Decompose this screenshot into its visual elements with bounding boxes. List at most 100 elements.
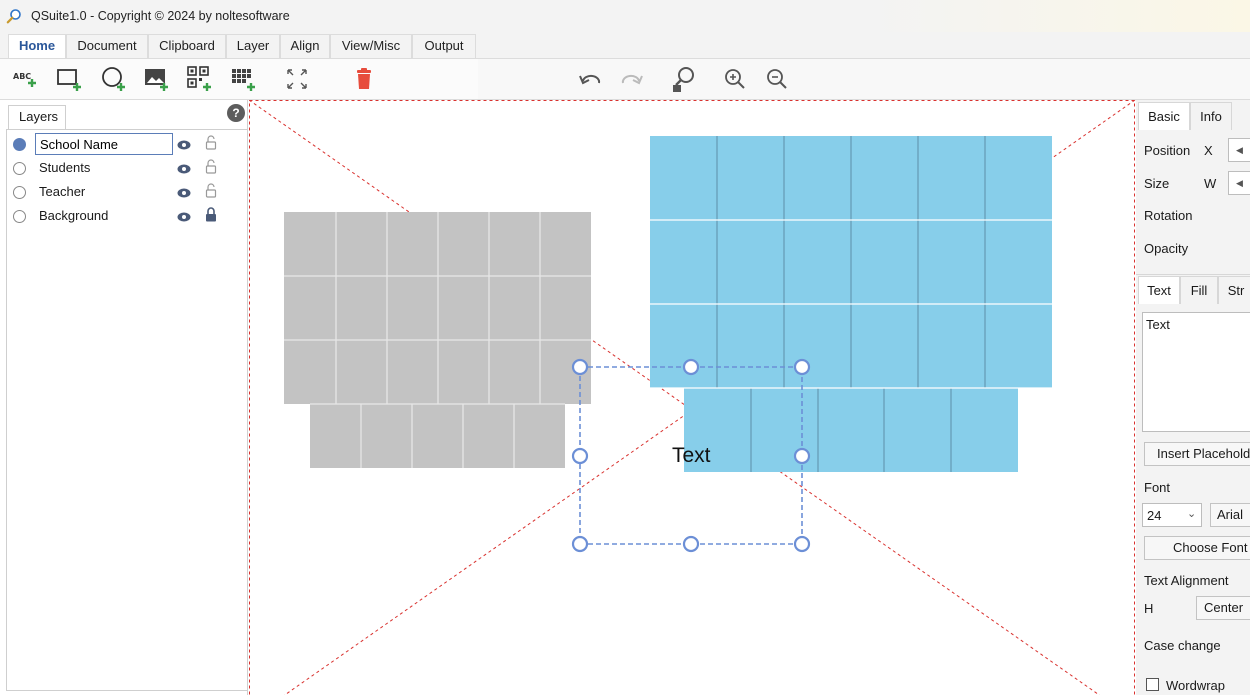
wordwrap-checkbox[interactable]: [1146, 678, 1159, 691]
font-family-field[interactable]: Arial: [1210, 503, 1250, 527]
ribbon-tab-bar: Home Document Clipboard Layer Align View…: [0, 32, 1250, 58]
undo-icon: [579, 74, 601, 85]
font-size-value: 24: [1147, 508, 1162, 523]
tab-align[interactable]: Align: [280, 34, 330, 58]
add-image-button[interactable]: [141, 63, 173, 95]
choose-font-button[interactable]: Choose Font: [1144, 536, 1250, 560]
tab-home[interactable]: Home: [8, 34, 66, 58]
resize-handle: [793, 358, 811, 376]
add-text-icon: ABC: [13, 72, 36, 87]
zoom-in-button[interactable]: [719, 63, 751, 95]
text-content-area[interactable]: Text: [1142, 312, 1250, 432]
spin-left-icon[interactable]: ◀: [1236, 145, 1243, 156]
delete-icon: [357, 68, 371, 89]
wordwrap-label: Wordwrap: [1166, 678, 1226, 693]
resize-handle: [571, 535, 589, 553]
resize-handle: [793, 535, 811, 553]
insert-placeholder-button[interactable]: Insert Placehold: [1144, 442, 1250, 466]
position-label: Position: [1144, 143, 1191, 158]
layer-select-radio[interactable]: [13, 210, 26, 223]
h-align-select[interactable]: Center: [1196, 596, 1250, 620]
resize-handle: [571, 447, 589, 465]
add-qrcode-button[interactable]: [184, 63, 216, 95]
fit-size-button[interactable]: [281, 63, 313, 95]
tab-output[interactable]: Output: [412, 34, 476, 58]
add-qrcode-icon: [187, 66, 211, 91]
tab-text[interactable]: Text: [1138, 276, 1180, 304]
resize-handle: [682, 358, 700, 376]
redo-button[interactable]: [616, 63, 648, 95]
tab-layers[interactable]: Layers: [8, 105, 66, 129]
h-align-label: H: [1144, 601, 1154, 616]
app-search-icon: [6, 8, 22, 27]
school-name-text[interactable]: Text: [672, 444, 711, 468]
zoom-fit-icon: [673, 67, 694, 92]
text-alignment-label: Text Alignment: [1144, 573, 1229, 588]
font-size-select[interactable]: 24 ⌄: [1142, 503, 1202, 527]
font-label: Font: [1144, 480, 1171, 495]
tab-document[interactable]: Document: [66, 34, 148, 58]
text-content-value: Text: [1146, 317, 1170, 332]
toolbar: ABC: [0, 58, 1250, 100]
canvas-drawing: [249, 100, 1136, 695]
spin-left-icon[interactable]: ◀: [1236, 178, 1243, 189]
add-rectangle-icon: [57, 69, 81, 91]
fit-size-icon: [287, 69, 307, 89]
locked-icon[interactable]: [205, 207, 217, 225]
delete-button[interactable]: [348, 63, 380, 95]
unlocked-icon[interactable]: [205, 135, 217, 153]
tab-layer[interactable]: Layer: [226, 34, 280, 58]
layer-row-background[interactable]: Background: [7, 204, 247, 228]
resize-handle: [571, 358, 589, 376]
layer-select-radio[interactable]: [13, 138, 26, 151]
layer-row-students[interactable]: Students: [7, 156, 247, 180]
case-change-label: Case change: [1144, 638, 1221, 653]
design-canvas[interactable]: Text: [249, 100, 1136, 695]
layer-row-school-name[interactable]: [7, 132, 247, 156]
size-label: Size: [1144, 176, 1170, 191]
tab-view-misc[interactable]: View/Misc: [330, 34, 412, 58]
visibility-eye-icon[interactable]: [177, 138, 191, 153]
tab-fill[interactable]: Fill: [1180, 276, 1218, 304]
position-x-label: X: [1204, 143, 1213, 158]
layer-name-input[interactable]: [35, 133, 173, 155]
resize-handle: [793, 447, 811, 465]
redo-icon: [621, 74, 643, 85]
svg-text:ABC: ABC: [13, 72, 31, 81]
layer-select-radio[interactable]: [13, 162, 26, 175]
add-barcode-button[interactable]: [228, 63, 260, 95]
layer-select-radio[interactable]: [13, 186, 26, 199]
layer-name: Teacher: [39, 184, 86, 199]
chevron-down-icon: ⌄: [1187, 508, 1197, 520]
zoom-fit-button[interactable]: [668, 63, 700, 95]
tab-basic[interactable]: Basic: [1138, 102, 1190, 130]
size-w-label: W: [1204, 176, 1217, 191]
tab-clipboard[interactable]: Clipboard: [148, 34, 226, 58]
visibility-eye-icon[interactable]: [177, 186, 191, 201]
layer-name: Students: [39, 160, 91, 175]
tab-stroke[interactable]: Str: [1218, 276, 1250, 304]
visibility-eye-icon[interactable]: [177, 162, 191, 177]
zoom-in-icon: [725, 69, 745, 89]
layers-panel: Layers ? Students Teach: [0, 100, 248, 695]
unlocked-icon[interactable]: [205, 183, 217, 201]
divider: [1136, 274, 1250, 275]
layers-list: Students Teacher Background: [6, 129, 247, 691]
help-icon[interactable]: ?: [227, 104, 245, 122]
add-text-button[interactable]: ABC: [10, 63, 42, 95]
add-rectangle-button[interactable]: [54, 63, 86, 95]
visibility-eye-icon[interactable]: [177, 210, 191, 225]
opacity-label: Opacity: [1144, 241, 1189, 256]
zoom-out-button[interactable]: [761, 63, 793, 95]
layer-row-teacher[interactable]: Teacher: [7, 180, 247, 204]
properties-panel: Basic Info Position X ◀ Size W ◀ Rotatio…: [1136, 100, 1250, 695]
unlocked-icon[interactable]: [205, 159, 217, 177]
tab-info[interactable]: Info: [1190, 102, 1232, 130]
layer-name: Background: [39, 208, 109, 223]
add-ellipse-button[interactable]: [98, 63, 130, 95]
title-bar: QSuite1.0 - Copyright © 2024 by noltesof…: [0, 0, 1250, 32]
add-ellipse-icon: [102, 67, 125, 91]
undo-button[interactable]: [574, 63, 606, 95]
window-title: QSuite1.0 - Copyright © 2024 by noltesof…: [31, 9, 290, 23]
add-image-icon: [145, 69, 168, 91]
